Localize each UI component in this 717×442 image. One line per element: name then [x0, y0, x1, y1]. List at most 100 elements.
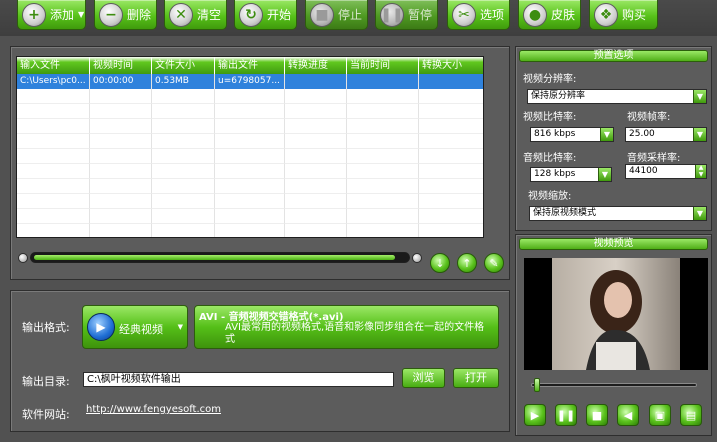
minus-icon: − [99, 2, 123, 27]
stop-button[interactable]: ■ 停止 [305, 0, 368, 30]
video-preview [524, 258, 708, 370]
browse-button[interactable]: 浏览 [402, 368, 445, 388]
table-cell-empty [17, 194, 90, 209]
stop-icon: ■ [310, 2, 334, 27]
play-button[interactable]: ▶ [524, 404, 546, 426]
table-cell-empty [419, 179, 483, 194]
toolbar: + 添加 ▼ − 删除 ✕ 清空 ↻ 开始 ■ 停止 ❚❚ 暂停 ✂ 选项 ● … [0, 0, 717, 36]
website-link[interactable]: http://www.fengyesoft.com [86, 404, 221, 415]
buy-button[interactable]: ❖ 购买 [589, 0, 658, 30]
table-cell-empty [347, 134, 419, 149]
move-up-button[interactable]: ↑ [457, 253, 477, 273]
tools-icon: ✂ [452, 2, 476, 27]
column-progress[interactable]: 转换进度 [285, 57, 347, 74]
seek-track[interactable] [531, 383, 697, 387]
table-cell-empty [17, 104, 90, 119]
dir-label: 输出目录: [22, 375, 70, 388]
table-row[interactable]: C:\Users\pc0... 00:00:00 0.53MB u=679805… [17, 74, 483, 89]
format-category-button[interactable]: ▶ 经典视频 ▼ [82, 305, 188, 349]
chevron-down-icon[interactable]: ▼ [600, 128, 613, 141]
options-button[interactable]: ✂ 选项 [447, 0, 510, 30]
progress-start-knob[interactable] [18, 253, 28, 263]
scale-label: 视频缩放: [528, 191, 572, 202]
scale-select[interactable]: 保持原视频模式 ▼ [529, 206, 707, 221]
move-down-button[interactable]: ↓ [430, 253, 450, 273]
snapshot-button[interactable]: ▣ [649, 404, 671, 426]
sample-rate-spinner[interactable]: 44100 ▲ ▼ [625, 164, 707, 179]
table-cell-empty [90, 104, 152, 119]
column-output-file[interactable]: 输出文件 [215, 57, 285, 74]
frame-rate-label: 视频帧率: [627, 112, 671, 123]
chevron-down-icon[interactable]: ▼ [598, 168, 611, 181]
column-current-time[interactable]: 当前时间 [347, 57, 419, 74]
refresh-icon: ↻ [239, 2, 263, 27]
chevron-down-icon[interactable]: ▼ [693, 90, 706, 103]
table-cell-empty [419, 194, 483, 209]
audio-bitrate-label: 音频比特率: [523, 153, 577, 164]
pencil-icon: ✎ [489, 256, 499, 270]
table-cell-empty [17, 224, 90, 237]
output-dir-input[interactable]: C:\枫叶视频软件输出 [83, 372, 394, 387]
volume-button[interactable]: ◀ [617, 404, 639, 426]
seek-handle[interactable] [534, 378, 540, 392]
format-label: 输出格式: [22, 321, 70, 334]
column-video-time[interactable]: 视频时间 [90, 57, 152, 74]
start-button[interactable]: ↻ 开始 [234, 0, 297, 30]
table-cell-empty [17, 164, 90, 179]
table-cell-empty [215, 209, 285, 224]
table-cell-empty [347, 149, 419, 164]
video-bitrate-select[interactable]: 816 kbps ▼ [530, 127, 614, 142]
table-cell-empty [17, 149, 90, 164]
table-row-empty [17, 224, 483, 237]
chevron-down-icon[interactable]: ▼ [693, 207, 706, 220]
table-cell-empty [347, 104, 419, 119]
chevron-down-icon[interactable]: ▼ [693, 128, 706, 141]
table-cell-empty [285, 194, 347, 209]
stop-preview-button[interactable]: ■ [586, 404, 608, 426]
table-cell-empty [90, 179, 152, 194]
frame-rate-select[interactable]: 25.00 ▼ [625, 127, 707, 142]
chevron-down-icon[interactable]: ▼ [78, 10, 84, 19]
cell-current-time [347, 74, 419, 89]
edit-button[interactable]: ✎ [484, 253, 504, 273]
table-row-empty [17, 89, 483, 104]
pause-preview-button[interactable]: ❚❚ [555, 404, 577, 426]
sample-rate-label: 音频采样率: [627, 153, 681, 164]
table-cell-empty [215, 179, 285, 194]
open-button[interactable]: 打开 [453, 368, 499, 388]
pause-button[interactable]: ❚❚ 暂停 [375, 0, 438, 30]
column-file-size[interactable]: 文件大小 [152, 57, 215, 74]
skin-button[interactable]: ● 皮肤 [518, 0, 581, 30]
preview-image [524, 258, 708, 370]
add-button[interactable]: + 添加 ▼ [17, 0, 86, 30]
plus-icon: + [22, 2, 46, 27]
add-label: 添加 [50, 8, 75, 22]
cell-file-size: 0.53MB [152, 74, 215, 89]
file-table[interactable]: 输入文件 视频时间 文件大小 输出文件 转换进度 当前时间 转换大小 C:\Us… [16, 56, 484, 238]
cell-converted-size [419, 74, 483, 89]
table-cell-empty [215, 89, 285, 104]
table-cell-empty [419, 164, 483, 179]
format-select-button[interactable]: AVI - 音频视频交错格式(*.avi) AVI最常用的视频格式,语音和影像同… [194, 305, 499, 349]
resolution-select[interactable]: 保持原分辨率 ▼ [527, 89, 707, 104]
open-folder-button[interactable]: ▤ [680, 404, 702, 426]
format-description: AVI最常用的视频格式,语音和影像同步组合在一起的文件格式 [225, 322, 485, 345]
progress-end-knob[interactable] [412, 253, 422, 263]
audio-bitrate-select[interactable]: 128 kbps ▼ [530, 167, 612, 182]
chevron-down-icon: ▼ [177, 323, 183, 331]
table-cell-empty [152, 149, 215, 164]
delete-button[interactable]: − 删除 [94, 0, 157, 30]
table-cell-empty [419, 119, 483, 134]
delete-label: 删除 [127, 8, 152, 22]
column-converted-size[interactable]: 转换大小 [419, 57, 483, 74]
table-cell-empty [347, 194, 419, 209]
video-bitrate-value: 816 kbps [534, 129, 576, 139]
table-cell-empty [215, 104, 285, 119]
format-name: AVI - 音频视频交错格式(*.avi) [199, 312, 344, 323]
column-input-file[interactable]: 输入文件 [17, 57, 90, 74]
table-cell-empty [152, 209, 215, 224]
cell-input-file: C:\Users\pc0... [17, 74, 90, 89]
table-row-empty [17, 134, 483, 149]
clear-button[interactable]: ✕ 清空 [164, 0, 227, 30]
spinner-arrows-icon[interactable]: ▲ ▼ [695, 165, 706, 178]
